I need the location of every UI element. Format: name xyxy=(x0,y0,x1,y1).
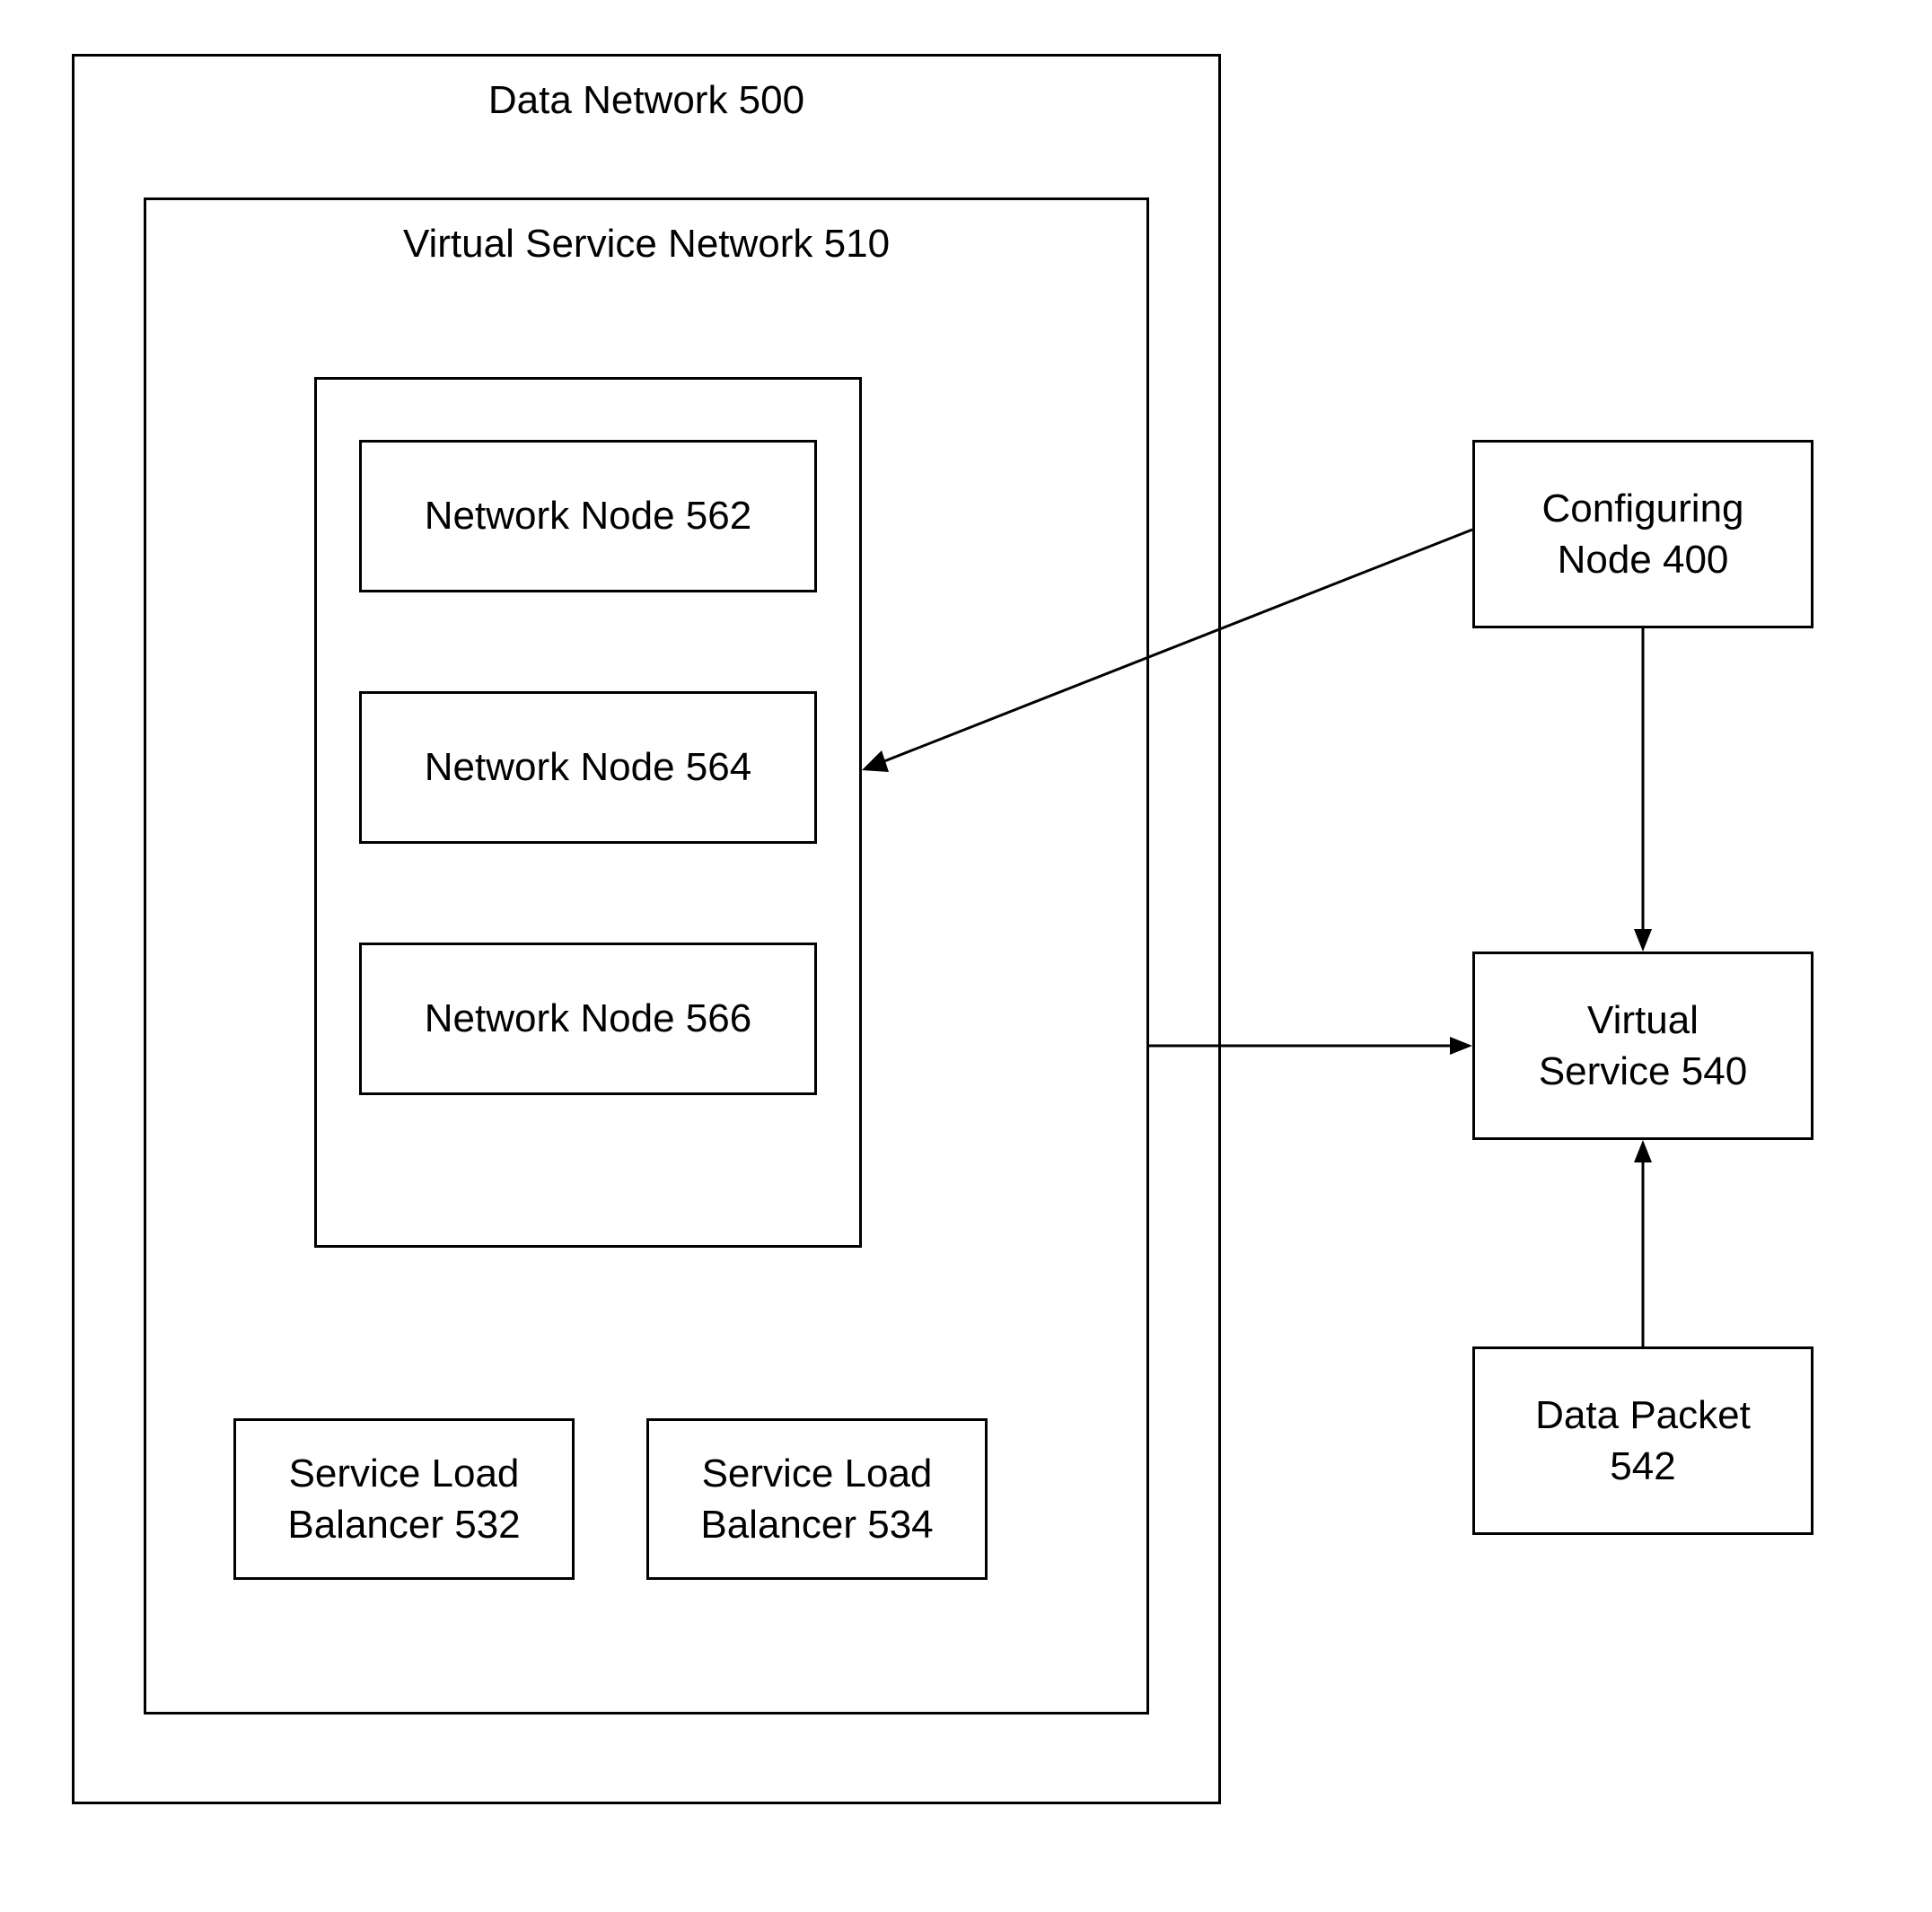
arrow-vsn-to-virtualservice xyxy=(1149,1032,1481,1068)
arrow-datapacket-to-virtual xyxy=(1634,1140,1670,1355)
network-node-562: Network Node 562 xyxy=(359,440,817,592)
network-node-564-label: Network Node 564 xyxy=(425,741,751,793)
data-packet-box: Data Packet 542 xyxy=(1472,1346,1813,1535)
balancer-534-line2: Balancer 534 xyxy=(700,1499,933,1550)
data-network-title: Data Network 500 xyxy=(75,75,1218,126)
virtual-service-line1: Virtual xyxy=(1587,995,1699,1046)
configuring-node-line2: Node 400 xyxy=(1558,534,1729,585)
data-packet-line2: 542 xyxy=(1610,1441,1675,1492)
virtual-service-box: Virtual Service 540 xyxy=(1472,952,1813,1140)
service-load-balancer-532: Service Load Balancer 532 xyxy=(233,1418,575,1580)
balancer-534-line1: Service Load xyxy=(702,1448,933,1499)
balancer-532-line2: Balancer 532 xyxy=(287,1499,520,1550)
configuring-node-line1: Configuring xyxy=(1541,483,1743,534)
virtual-service-line2: Service 540 xyxy=(1539,1046,1747,1097)
network-node-566-label: Network Node 566 xyxy=(425,993,751,1044)
arrow-config-to-virtual xyxy=(1634,628,1670,960)
network-node-562-label: Network Node 562 xyxy=(425,490,751,541)
network-node-566: Network Node 566 xyxy=(359,943,817,1095)
virtual-service-network-title: Virtual Service Network 510 xyxy=(146,218,1146,269)
network-node-564: Network Node 564 xyxy=(359,691,817,844)
configuring-node-box: Configuring Node 400 xyxy=(1472,440,1813,628)
service-load-balancer-534: Service Load Balancer 534 xyxy=(646,1418,988,1580)
balancer-532-line1: Service Load xyxy=(289,1448,520,1499)
arrow-config-to-nodecontainer xyxy=(862,530,1481,781)
data-packet-line1: Data Packet xyxy=(1535,1390,1751,1441)
